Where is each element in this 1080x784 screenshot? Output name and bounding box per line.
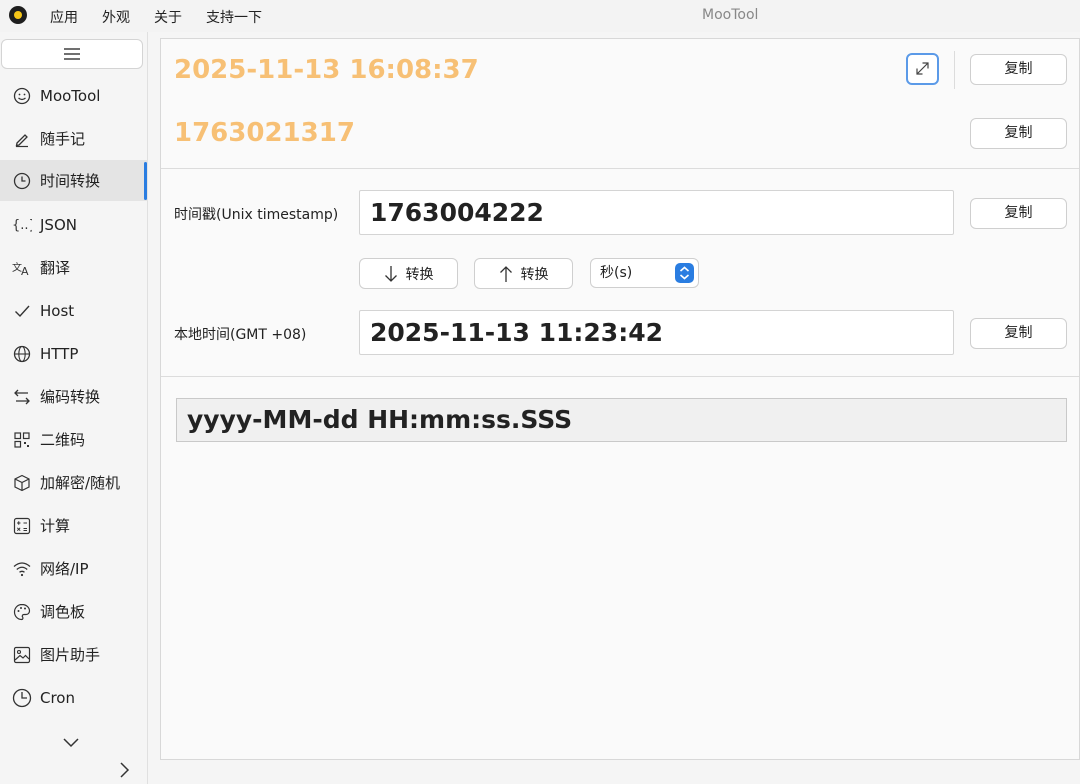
select-updown-icon bbox=[675, 263, 694, 283]
format-pattern-input[interactable]: yyyy-MM-dd HH:mm:ss.SSS bbox=[176, 398, 1067, 442]
sidebar-item-json[interactable]: {..} JSON bbox=[0, 204, 148, 245]
local-time-label: 本地时间(GMT +08) bbox=[174, 327, 307, 343]
sidebar-item-label: HTTP bbox=[40, 344, 79, 363]
svg-text:A: A bbox=[21, 265, 29, 277]
sidebar-item-network[interactable]: 网络/IP bbox=[0, 548, 148, 589]
sidebar-item-cron[interactable]: Cron bbox=[0, 677, 148, 718]
sidebar-item-label: 随手记 bbox=[40, 130, 86, 148]
sidebar-item-label: Host bbox=[40, 301, 75, 320]
translate-icon: 文A bbox=[12, 258, 32, 278]
sidebar-item-palette[interactable]: 调色板 bbox=[0, 591, 148, 632]
sidebar-item-host[interactable]: Host bbox=[0, 290, 148, 331]
timestamp-label: 时间戳(Unix timestamp) bbox=[174, 207, 339, 223]
menu-item-support[interactable]: 支持一下 bbox=[206, 7, 262, 27]
sidebar-item-calculate[interactable]: 计算 bbox=[0, 505, 148, 546]
convert-to-local-button[interactable]: 转换 bbox=[359, 258, 458, 289]
divider bbox=[954, 51, 955, 89]
divider bbox=[161, 376, 1079, 377]
window-title: MooTool bbox=[702, 7, 759, 23]
clock-icon bbox=[12, 171, 32, 191]
sidebar-toggle-button[interactable] bbox=[1, 39, 143, 69]
time-convert-panel: 2025-11-13 16:08:37 复制 1763021317 复制 时间戳… bbox=[160, 38, 1080, 760]
sidebar-item-label: 图片助手 bbox=[40, 646, 101, 664]
menu-item-app[interactable]: 应用 bbox=[50, 7, 78, 27]
current-datetime: 2025-11-13 16:08:37 bbox=[174, 55, 479, 85]
unit-select-value: 秒(s) bbox=[600, 265, 633, 281]
calculator-icon bbox=[12, 516, 32, 536]
sidebar-item-image[interactable]: 图片助手 bbox=[0, 634, 148, 675]
check-icon bbox=[12, 301, 32, 321]
sidebar-item-label: 计算 bbox=[40, 517, 71, 535]
sidebar-item-label: 编码转换 bbox=[40, 388, 101, 406]
sidebar: MooTool 随手记 时间转换 {..} JSON 文A 翻译 Host bbox=[0, 32, 148, 784]
chevron-down-icon[interactable] bbox=[62, 736, 80, 748]
smiley-icon bbox=[12, 86, 32, 106]
copy-timestamp-button[interactable]: 复制 bbox=[970, 118, 1067, 149]
sidebar-item-label: 调色板 bbox=[40, 603, 86, 621]
sidebar-item-label: 时间转换 bbox=[40, 172, 101, 190]
sidebar-item-mootool[interactable]: MooTool bbox=[0, 75, 148, 116]
divider bbox=[161, 168, 1079, 169]
copy-unix-button[interactable]: 复制 bbox=[970, 198, 1067, 229]
sidebar-item-label: 加解密/随机 bbox=[40, 474, 121, 492]
sidebar-item-qrcode[interactable]: 二维码 bbox=[0, 419, 148, 460]
title-bar: 应用 外观 关于 支持一下 MooTool bbox=[0, 0, 1080, 32]
sidebar-item-label: 网络/IP bbox=[40, 560, 89, 578]
chevron-right-icon[interactable] bbox=[118, 761, 130, 779]
menu-item-appearance[interactable]: 外观 bbox=[102, 7, 130, 27]
app-logo-icon bbox=[9, 6, 27, 24]
arrow-up-icon bbox=[499, 265, 512, 282]
sidebar-item-http[interactable]: HTTP bbox=[0, 333, 148, 374]
qrcode-icon bbox=[12, 430, 32, 450]
wifi-icon bbox=[12, 559, 32, 579]
menu-item-about[interactable]: 关于 bbox=[154, 7, 182, 27]
globe-icon bbox=[12, 344, 32, 364]
copy-datetime-button[interactable]: 复制 bbox=[970, 54, 1067, 85]
sidebar-item-crypto[interactable]: 加解密/随机 bbox=[0, 462, 148, 503]
cube-icon bbox=[12, 473, 32, 493]
sidebar-item-label: JSON bbox=[40, 215, 77, 234]
sidebar-item-time-convert[interactable]: 时间转换 bbox=[0, 160, 148, 201]
copy-local-time-button[interactable]: 复制 bbox=[970, 318, 1067, 349]
convert-down-label: 转换 bbox=[405, 266, 434, 283]
local-time-input[interactable]: 2025-11-13 11:23:42 bbox=[359, 310, 954, 355]
sidebar-item-label: MooTool bbox=[40, 86, 101, 105]
pencil-icon bbox=[12, 129, 32, 149]
sidebar-item-encoding[interactable]: 编码转换 bbox=[0, 376, 148, 417]
swap-icon bbox=[12, 387, 32, 407]
unit-select[interactable]: 秒(s) bbox=[590, 258, 699, 288]
current-timestamp: 1763021317 bbox=[174, 118, 355, 148]
sidebar-item-label: 二维码 bbox=[40, 431, 86, 449]
convert-up-label: 转换 bbox=[520, 266, 549, 283]
cron-clock-icon bbox=[12, 688, 32, 708]
expand-button[interactable] bbox=[906, 53, 939, 85]
hamburger-icon bbox=[64, 48, 80, 60]
expand-icon bbox=[916, 62, 929, 75]
sidebar-item-translate[interactable]: 文A 翻译 bbox=[0, 247, 148, 288]
image-icon bbox=[12, 645, 32, 665]
svg-text:{..}: {..} bbox=[12, 218, 32, 233]
braces-icon: {..} bbox=[12, 215, 32, 235]
sidebar-item-label: Cron bbox=[40, 688, 75, 707]
convert-to-timestamp-button[interactable]: 转换 bbox=[474, 258, 573, 289]
arrow-down-icon bbox=[384, 265, 397, 282]
timestamp-input[interactable]: 1763004222 bbox=[359, 190, 954, 235]
sidebar-item-label: 翻译 bbox=[40, 259, 71, 277]
sidebar-item-notes[interactable]: 随手记 bbox=[0, 118, 148, 159]
palette-icon bbox=[12, 602, 32, 622]
